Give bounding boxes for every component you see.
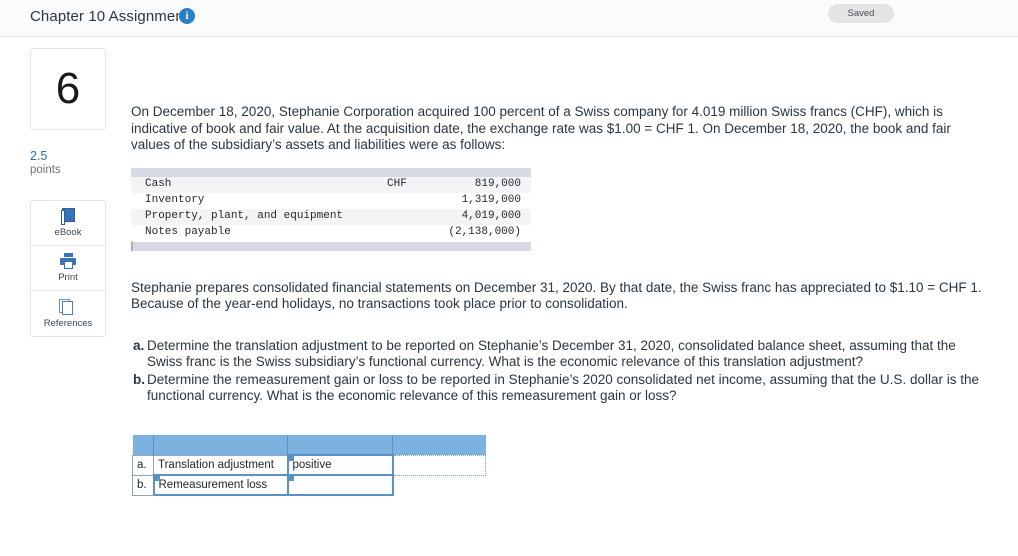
references-button[interactable]: References [31,291,105,337]
financial-row-label: Property, plant, and equipment [145,210,344,222]
ebook-button[interactable]: eBook [31,201,105,247]
header-cell-extra [392,435,486,455]
financial-row-currency: CHF [387,178,407,190]
tool-button-group: eBook Print References [30,200,106,338]
table-row: Cash CHF 819,000 [131,176,531,193]
print-button[interactable]: Print [31,246,105,292]
answer-table-header-row [132,435,486,455]
financial-table-header-bar [131,167,531,177]
answer-input-value-a[interactable]: positive [286,454,394,476]
answer-grid: a. Translation adjustment positive b. Re… [132,435,486,496]
requirement-marker: b. [133,371,145,387]
answer-row-marker-b: b. [132,474,154,496]
page-title: Chapter 10 Assignment [30,8,189,25]
references-button-label: References [43,317,93,329]
table-row: b. Remeasurement loss [132,474,486,496]
question-number: 6 [55,64,81,113]
status-badge: Saved [828,4,894,23]
financial-table-scrollbar[interactable] [131,240,531,251]
financial-row-amount: 1,319,000 [461,194,521,206]
table-row: Inventory 1,319,000 [131,192,531,209]
financial-row-amount: 4,019,000 [461,210,521,222]
requirement-marker: a. [133,337,145,353]
table-row: Property, plant, and equipment 4,019,000 [131,208,531,225]
answer-table: a. Translation adjustment positive b. Re… [132,435,486,496]
table-row: Notes payable (2,138,000) [131,224,531,241]
pages-icon [59,298,77,316]
header-cell-marker [132,435,154,455]
answer-table-body: a. Translation adjustment positive b. Re… [132,435,486,496]
financial-row-label: Inventory [145,194,205,206]
problem-paragraph-2: Stephanie prepares consolidated financia… [131,279,982,312]
print-button-label: Print [58,272,78,284]
requirement-item-a: a. Determine the translation adjustment t… [131,338,986,371]
financial-row-currency [387,209,439,225]
header-cell-value [287,435,393,455]
ebook-button-label: eBook [54,227,82,239]
question-requirements-list: a. Determine the translation adjustment t… [131,338,986,405]
top-bar: Chapter 10 Assignment i Saved [0,0,1018,37]
financial-row-currency [387,225,439,241]
question-rail: 6 2.5 points eBook Print References [30,48,106,338]
requirement-item-b: b. Determine the remeasurement gain or lo… [131,372,986,405]
answer-input-value-b[interactable] [286,474,394,496]
answer-input-label-b[interactable]: Remeasurement loss [152,474,289,496]
answer-input-label-a[interactable]: Translation adjustment [153,454,288,476]
header-cell-label [153,435,288,455]
points-value: 2.5 [30,149,48,163]
answer-row-marker-a: a. [132,454,154,476]
financial-row-currency [387,193,439,209]
financial-data-table: Cash CHF 819,000 Inventory 1,319,000 Property… [131,167,531,251]
book-icon [59,208,77,226]
financial-row-amount: (2,138,000) [448,226,521,238]
info-icon[interactable]: i [179,8,195,24]
answer-input-extra-a[interactable] [392,454,486,476]
financial-table-body: Cash CHF 819,000 Inventory 1,319,000 Property… [131,176,531,241]
requirement-text: Determine the remeasurement gain or loss… [147,371,979,404]
problem-paragraph-1: On December 18, 2020, Stephanie Corporat… [131,104,951,152]
financial-row-label: Notes payable [145,226,231,238]
table-row: a. Translation adjustment positive [132,454,486,476]
requirement-text: Determine the translation adjustment to … [147,337,956,370]
financial-table: Cash CHF 819,000 Inventory 1,319,000 Property… [131,176,531,241]
printer-icon [59,253,77,270]
financial-row-amount: 819,000 [474,178,521,190]
question-number-box: 6 [30,48,106,130]
financial-row-label: Cash [145,178,172,190]
points-label: points [30,164,61,177]
answer-input-extra-b[interactable] [392,475,486,495]
question-content: On December 18, 2020, Stephanie Corporat… [131,48,991,405]
